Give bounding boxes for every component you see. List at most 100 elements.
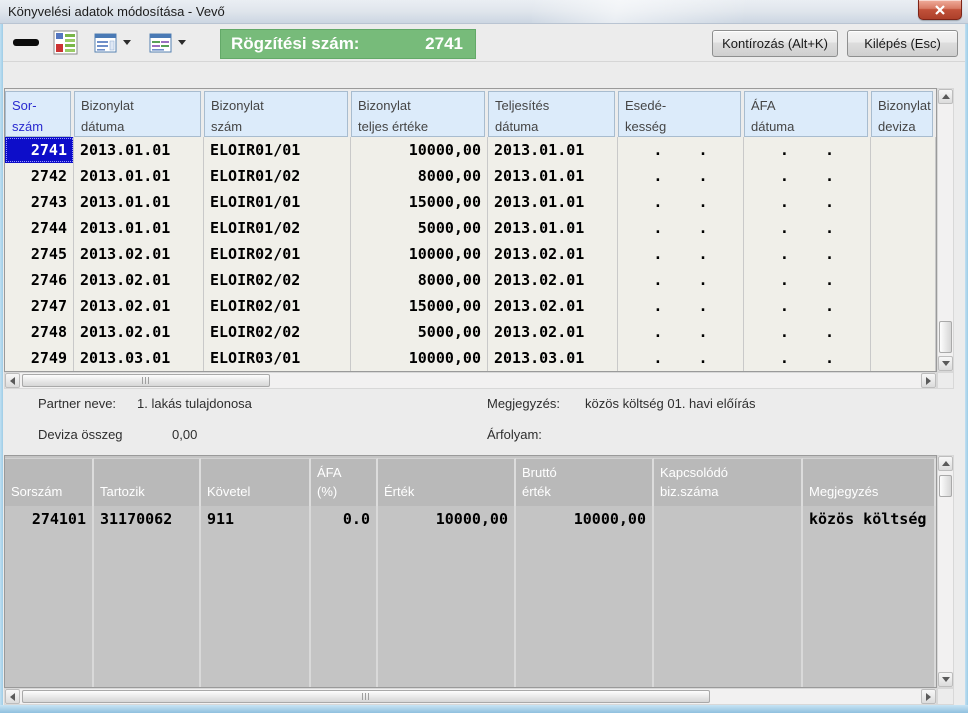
window-list-toolbar-button[interactable] <box>92 29 119 57</box>
main-grid-row[interactable]: 27432013.01.01ELOIR01/0115000,002013.01.… <box>5 189 936 215</box>
grid-cell[interactable]: 2013.01.01 <box>74 215 204 241</box>
grid-cell[interactable]: . . <box>744 215 871 241</box>
grid-cell[interactable]: 911 <box>201 506 311 532</box>
grid-cell[interactable]: . . <box>744 137 871 163</box>
grid-cell[interactable]: 10000,00 <box>378 506 516 532</box>
grid-cell[interactable]: 15000,00 <box>351 189 488 215</box>
window-list-dropdown-icon[interactable] <box>123 40 131 45</box>
grid-cell[interactable]: 2013.01.01 <box>488 189 618 215</box>
scroll-up-button[interactable] <box>938 89 953 104</box>
scroll-left-button[interactable] <box>5 689 20 704</box>
grid-cell[interactable]: ELOIR02/01 <box>204 293 351 319</box>
grid-cell[interactable]: . . <box>744 189 871 215</box>
grid-cell[interactable]: 274101 <box>5 506 94 532</box>
grid-cell[interactable]: 2013.02.01 <box>488 241 618 267</box>
grid-cell[interactable]: . . <box>618 345 744 371</box>
grid-cell[interactable] <box>871 293 936 319</box>
grid-cell[interactable] <box>871 345 936 371</box>
main-grid-hscrollbar[interactable] <box>4 372 937 389</box>
grid-cell[interactable] <box>871 163 936 189</box>
main-grid-row[interactable]: 27442013.01.01ELOIR01/025000,002013.01.0… <box>5 215 936 241</box>
grid-cell[interactable]: ELOIR02/02 <box>204 267 351 293</box>
scroll-left-button[interactable] <box>5 373 20 388</box>
main-grid-row[interactable]: 27452013.02.01ELOIR02/0110000,002013.02.… <box>5 241 936 267</box>
grid-cell[interactable]: . . <box>618 215 744 241</box>
grid-cell[interactable]: ELOIR02/02 <box>204 319 351 345</box>
scroll-right-button[interactable] <box>921 689 936 704</box>
window-form-dropdown-icon[interactable] <box>178 40 186 45</box>
vscroll-thumb[interactable] <box>939 321 952 353</box>
main-grid-row[interactable]: 27422013.01.01ELOIR01/028000,002013.01.0… <box>5 163 936 189</box>
grid-cell[interactable]: 2013.02.01 <box>488 267 618 293</box>
main-grid-row[interactable]: 27482013.02.01ELOIR02/025000,002013.02.0… <box>5 319 936 345</box>
grid-cell[interactable]: 2743 <box>5 189 74 215</box>
grid-cell[interactable]: 10000,00 <box>351 137 488 163</box>
grid-cell[interactable]: . . <box>618 137 744 163</box>
scroll-down-button[interactable] <box>938 356 953 371</box>
grid-cell[interactable]: közös költség <box>803 506 936 532</box>
grid-cell[interactable]: 5000,00 <box>351 319 488 345</box>
grid-cell[interactable]: . . <box>744 293 871 319</box>
grid-cell[interactable]: 2013.02.01 <box>74 293 204 319</box>
main-grid-vscrollbar[interactable] <box>937 88 954 372</box>
grid-cell[interactable]: . . <box>618 293 744 319</box>
main-grid-row[interactable]: 27492013.03.01ELOIR03/0110000,002013.03.… <box>5 345 936 371</box>
grid-cell[interactable]: . . <box>744 267 871 293</box>
grid-cell[interactable] <box>871 319 936 345</box>
grid-cell[interactable]: 10000,00 <box>351 345 488 371</box>
grid-cell[interactable]: 2013.02.01 <box>488 319 618 345</box>
grid-cell[interactable]: . . <box>618 241 744 267</box>
hscroll-thumb[interactable] <box>22 374 270 387</box>
grid-cell[interactable]: 2748 <box>5 319 74 345</box>
dash-toolbar-button[interactable] <box>11 29 41 57</box>
grid-cell[interactable]: . . <box>744 163 871 189</box>
grid-cell[interactable]: . . <box>744 319 871 345</box>
grid-cell[interactable]: 2013.01.01 <box>488 137 618 163</box>
window-form-toolbar-button[interactable] <box>147 29 174 57</box>
grid-cell[interactable]: 2013.03.01 <box>488 345 618 371</box>
kilepes-button[interactable]: Kilépés (Esc) <box>847 30 958 57</box>
grid-cell[interactable]: 2013.02.01 <box>74 267 204 293</box>
scroll-down-button[interactable] <box>938 672 953 687</box>
grid-cell[interactable]: ELOIR01/01 <box>204 137 351 163</box>
grid-cell[interactable]: ELOIR01/02 <box>204 163 351 189</box>
scroll-up-button[interactable] <box>938 456 953 471</box>
grid-cell[interactable]: ELOIR01/01 <box>204 189 351 215</box>
scroll-right-button[interactable] <box>921 373 936 388</box>
grid-cell[interactable]: 5000,00 <box>351 215 488 241</box>
vscroll-thumb[interactable] <box>939 475 952 497</box>
grid-cell[interactable]: 8000,00 <box>351 267 488 293</box>
grid-cell[interactable]: 2749 <box>5 345 74 371</box>
grid-cell[interactable]: 10000,00 <box>516 506 654 532</box>
grid-cell[interactable]: ELOIR01/02 <box>204 215 351 241</box>
grid-cell[interactable]: 2746 <box>5 267 74 293</box>
hscroll-thumb[interactable] <box>22 690 710 703</box>
grid-cell[interactable] <box>871 137 936 163</box>
detail-grid-vscrollbar[interactable] <box>937 455 954 688</box>
main-grid-row[interactable]: 27472013.02.01ELOIR02/0115000,002013.02.… <box>5 293 936 319</box>
grid-cell[interactable]: 2013.02.01 <box>488 293 618 319</box>
grid-cell[interactable]: 2013.01.01 <box>74 137 204 163</box>
grid-cell[interactable]: . . <box>618 319 744 345</box>
grid-cell[interactable]: . . <box>744 345 871 371</box>
grid-cell[interactable]: 2742 <box>5 163 74 189</box>
grid-cell[interactable]: 31170062 <box>94 506 201 532</box>
grid-cell[interactable] <box>871 267 936 293</box>
grid-cell[interactable] <box>871 241 936 267</box>
grid-cell[interactable]: . . <box>618 163 744 189</box>
grid-cell[interactable]: 8000,00 <box>351 163 488 189</box>
close-button[interactable] <box>918 0 962 20</box>
grid-cell[interactable]: 2013.02.01 <box>74 241 204 267</box>
main-grid-row[interactable]: 27462013.02.01ELOIR02/028000,002013.02.0… <box>5 267 936 293</box>
main-grid-row[interactable]: 27412013.01.01ELOIR01/0110000,002013.01.… <box>5 137 936 163</box>
grid-cell[interactable]: 2013.02.01 <box>74 319 204 345</box>
grid-cell[interactable]: ELOIR03/01 <box>204 345 351 371</box>
grid-cell[interactable]: 2745 <box>5 241 74 267</box>
detail-grid-row[interactable]: 274101311700629110.010000,0010000,00közö… <box>5 506 936 532</box>
grid-cell[interactable]: 15000,00 <box>351 293 488 319</box>
grid-cell[interactable] <box>654 506 803 532</box>
grid-cell[interactable]: 2741 <box>5 137 74 163</box>
kontirozas-button[interactable]: Kontírozás (Alt+K) <box>712 30 838 57</box>
grid-cell[interactable]: . . <box>618 189 744 215</box>
grid-cell[interactable]: 2013.01.01 <box>488 215 618 241</box>
